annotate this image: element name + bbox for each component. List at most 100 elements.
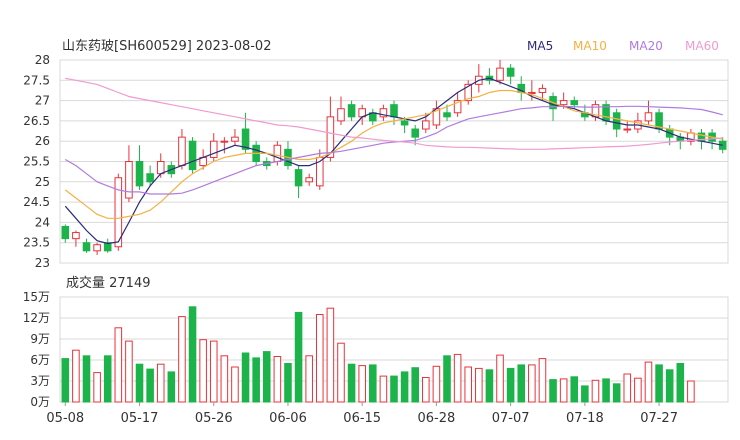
price-tick-label: 25.5 <box>23 155 50 169</box>
candle-body <box>570 100 579 106</box>
volume-bar <box>602 378 610 403</box>
volume-tick-label: 0万 <box>30 395 50 409</box>
price-tick-label: 26 <box>35 134 50 148</box>
candle-body <box>231 136 239 142</box>
volume-bar <box>305 355 313 403</box>
volume-bar <box>220 355 229 403</box>
volume-bar <box>146 368 154 403</box>
volume-bar <box>347 363 356 403</box>
volume-bar <box>581 385 589 403</box>
volume-bar <box>103 355 112 403</box>
candle-body <box>538 87 547 93</box>
volume-bar <box>655 364 663 403</box>
volume-tick-label: 12万 <box>23 311 50 325</box>
volume-bar <box>61 358 70 403</box>
volume-tick-label: 9万 <box>30 332 50 346</box>
candle-body <box>623 128 632 131</box>
candle-body <box>422 120 430 130</box>
volume-bar <box>506 367 515 403</box>
volume-bar <box>326 307 335 403</box>
volume-bar <box>634 377 642 403</box>
volume-bar <box>125 340 133 403</box>
volume-bar <box>612 383 621 403</box>
volume-bar <box>358 365 366 403</box>
price-tick-label: 25 <box>35 175 50 189</box>
volume-bar <box>411 367 419 403</box>
volume-bar <box>284 363 292 403</box>
ma-legend-label: MA60 <box>685 39 719 53</box>
price-tick-label: 27.5 <box>23 73 50 87</box>
candle-body <box>61 225 70 240</box>
candle-body <box>273 144 282 162</box>
price-tick-label: 26.5 <box>23 114 50 128</box>
candle-body <box>612 112 621 130</box>
candle-body <box>125 161 133 199</box>
volume-bar <box>475 367 483 403</box>
candle-body <box>82 242 91 252</box>
volume-bar <box>538 358 547 403</box>
date-tick-label: 06-06 <box>269 411 307 426</box>
volume-bar <box>178 316 186 403</box>
date-tick-label: 06-28 <box>418 411 456 426</box>
volume-bar <box>453 353 462 403</box>
candle-body <box>496 67 504 81</box>
volume-bar <box>644 361 653 403</box>
date-tick-label: 05-26 <box>195 411 233 426</box>
price-tick-label: 27 <box>35 94 50 108</box>
ma-legend: MA5 MA10 MA20 MA60 <box>527 39 719 53</box>
candle-body <box>156 161 165 175</box>
volume-bar <box>549 379 557 403</box>
candle-body <box>390 104 398 118</box>
volume-tick-label: 3万 <box>30 374 50 388</box>
candle-body <box>72 232 80 240</box>
volume-bar <box>464 366 473 403</box>
volume-bar <box>665 369 674 403</box>
volume-bar <box>390 375 398 403</box>
candle-body <box>188 140 197 171</box>
candle-body <box>209 140 218 158</box>
date-tick-label: 07-27 <box>640 411 678 426</box>
candle-body <box>305 177 313 183</box>
candle-body <box>93 244 101 252</box>
candle-body <box>178 136 186 167</box>
date-tick-label: 05-08 <box>46 411 84 426</box>
candle-body <box>443 112 451 118</box>
volume-bar <box>570 376 579 403</box>
volume-bar <box>559 378 568 403</box>
date-tick-label: 05-17 <box>121 411 159 426</box>
volume-bar <box>443 355 451 403</box>
volume-bar <box>72 349 80 403</box>
volume-bar <box>167 371 176 403</box>
candle-body <box>220 140 229 143</box>
price-tick-label: 23 <box>35 256 50 270</box>
volume-bars <box>61 306 695 403</box>
volume-bar <box>209 340 218 403</box>
volume-bar <box>241 352 250 403</box>
volume-tick-label: 15万 <box>23 290 50 304</box>
candle-body <box>146 173 154 183</box>
volume-bar <box>528 364 536 403</box>
volume-bar <box>294 311 303 403</box>
volume-bar <box>485 369 494 403</box>
volume-bar <box>379 375 388 403</box>
volume-bar <box>400 371 409 403</box>
candlestick-series <box>61 60 727 255</box>
candle-body <box>135 161 144 187</box>
volume-bar <box>591 379 600 403</box>
ma-legend-label: MA5 <box>527 39 553 53</box>
date-tick-label: 07-18 <box>566 411 604 426</box>
volume-bar <box>337 342 345 403</box>
candle-body <box>559 100 568 106</box>
volume-tick-label: 6万 <box>30 353 50 367</box>
volume-bar <box>135 363 144 403</box>
price-tick-label: 24 <box>35 215 50 229</box>
volume-bar <box>114 327 123 403</box>
date-tick-label: 07-07 <box>492 411 530 426</box>
stock-chart: 山东药玻[SH600529] 2023-08-02 MA5 MA10 MA20 … <box>23 39 729 426</box>
candle-body <box>400 120 409 126</box>
price-tick-label: 23.5 <box>23 236 50 250</box>
volume-bar <box>252 357 260 403</box>
volume-bar <box>262 351 271 403</box>
volume-bar <box>517 364 526 403</box>
price-axis: 28 27.5 27 26.5 26 25.5 25 24.5 24 23.5 23 <box>23 53 50 270</box>
